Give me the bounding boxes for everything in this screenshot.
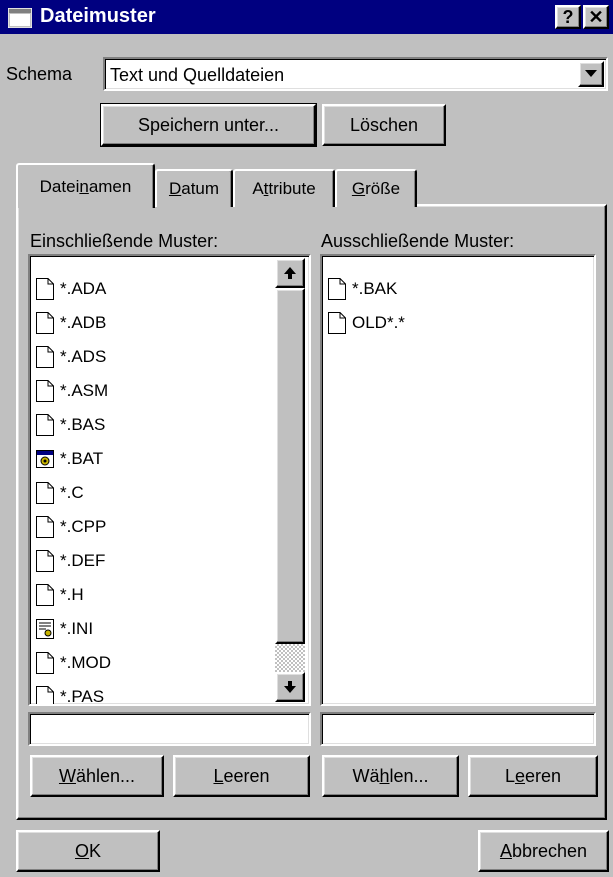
help-button[interactable]: ? [555,5,581,29]
tab-dateinamen[interactable]: Datei n amen [16,163,155,208]
document-icon [36,686,54,704]
scroll-up-button[interactable] [275,258,305,288]
exclude-pattern-input[interactable] [320,712,596,746]
document-icon [36,550,54,572]
batch-file-icon [36,450,54,468]
scroll-track[interactable] [275,644,305,672]
list-item-text: *.BAT [60,449,104,468]
list-item[interactable]: *.BAK [328,272,397,306]
list-item-text: *.H [60,585,84,604]
include-scrollbar[interactable] [275,258,305,702]
list-item[interactable]: *.MOD [36,646,111,680]
list-item[interactable]: *.H [36,578,84,612]
arrow-down-icon [284,681,296,693]
list-item[interactable]: OLD*.* [328,306,405,340]
window-title: Dateimuster [40,5,156,27]
list-item[interactable]: *.CPP [36,510,106,544]
arrow-up-icon [284,267,296,279]
scroll-thumb[interactable] [275,288,305,644]
dropdown-arrow-button[interactable] [578,61,604,87]
schema-value: Text und Quelldateien [110,65,285,85]
tab-groesse[interactable]: Größe [335,169,417,207]
list-item[interactable]: *.C [36,476,84,510]
scroll-down-button[interactable] [275,672,305,702]
tab-attribute[interactable]: At tribute [233,169,335,207]
list-item-text: *.DEF [60,551,106,570]
exclude-label: Ausschließende Muster: [321,231,515,251]
list-item[interactable]: *.ADA [36,272,106,306]
delete-button[interactable]: Löschen [322,104,446,146]
document-icon [36,584,54,606]
exclude-list[interactable]: *.BAK OLD*.* [320,254,596,706]
close-button[interactable]: ✕ [583,5,609,29]
document-icon [36,516,54,538]
cancel-button[interactable]: Abbrechen [478,830,609,872]
list-item[interactable]: *.ADS [36,340,106,374]
list-item[interactable]: *.PAS [36,680,105,706]
tab-datum[interactable]: Datum [155,169,233,207]
document-icon [36,652,54,674]
list-item-text: *.PAS [60,687,105,706]
document-icon [328,278,346,300]
document-icon [36,346,54,368]
include-list[interactable]: *.ADA *.ADB *.ADS *.ASM *.BAS *.BAT *.C *.CPP *.… [28,254,311,706]
list-item[interactable]: *.BAS [36,408,105,442]
exclude-clear-button[interactable]: Le eren [468,755,598,797]
list-item-text: *.ADA [60,279,107,298]
list-item[interactable]: *.BAT [36,442,103,476]
list-item-text: *.ADS [60,347,107,366]
chevron-down-icon [585,70,597,77]
ok-button[interactable]: OK [16,830,160,872]
save-as-button[interactable]: Speichern unter... [100,103,317,147]
list-item-text: *.CPP [60,517,107,536]
exclude-select-button[interactable]: Wä h len... [322,755,459,797]
include-select-button[interactable]: Wählen... [30,755,164,797]
document-icon [36,278,54,300]
title-bar[interactable]: Dateimuster ? ✕ [0,0,613,34]
include-clear-button[interactable]: Leeren [173,755,310,797]
list-item[interactable]: *.INI [36,612,93,646]
list-item[interactable]: *.ASM [36,374,108,408]
list-item-text: *.MOD [60,653,111,672]
list-item-text: *.ADB [60,313,107,332]
schema-label: Schema [6,64,73,84]
document-icon [36,482,54,504]
list-item-text: *.BAS [60,415,106,434]
list-item[interactable]: *.DEF [36,544,105,578]
list-item-text: *.ASM [60,381,109,400]
document-icon [36,414,54,436]
document-icon [36,380,54,402]
list-item-text: *.C [60,483,84,502]
list-item[interactable]: *.ADB [36,306,106,340]
include-label: Einschließende Muster: [30,231,219,251]
schema-dropdown[interactable]: Text und Quelldateien [103,57,608,91]
list-item-text: *.BAK [352,279,398,298]
document-icon [328,312,346,334]
list-item-text: *.INI [60,619,94,638]
window-icon [8,8,32,28]
include-pattern-input[interactable] [28,712,311,746]
settings-file-icon [36,619,54,639]
document-icon [36,312,54,334]
list-item-text: OLD*.* [352,313,405,332]
